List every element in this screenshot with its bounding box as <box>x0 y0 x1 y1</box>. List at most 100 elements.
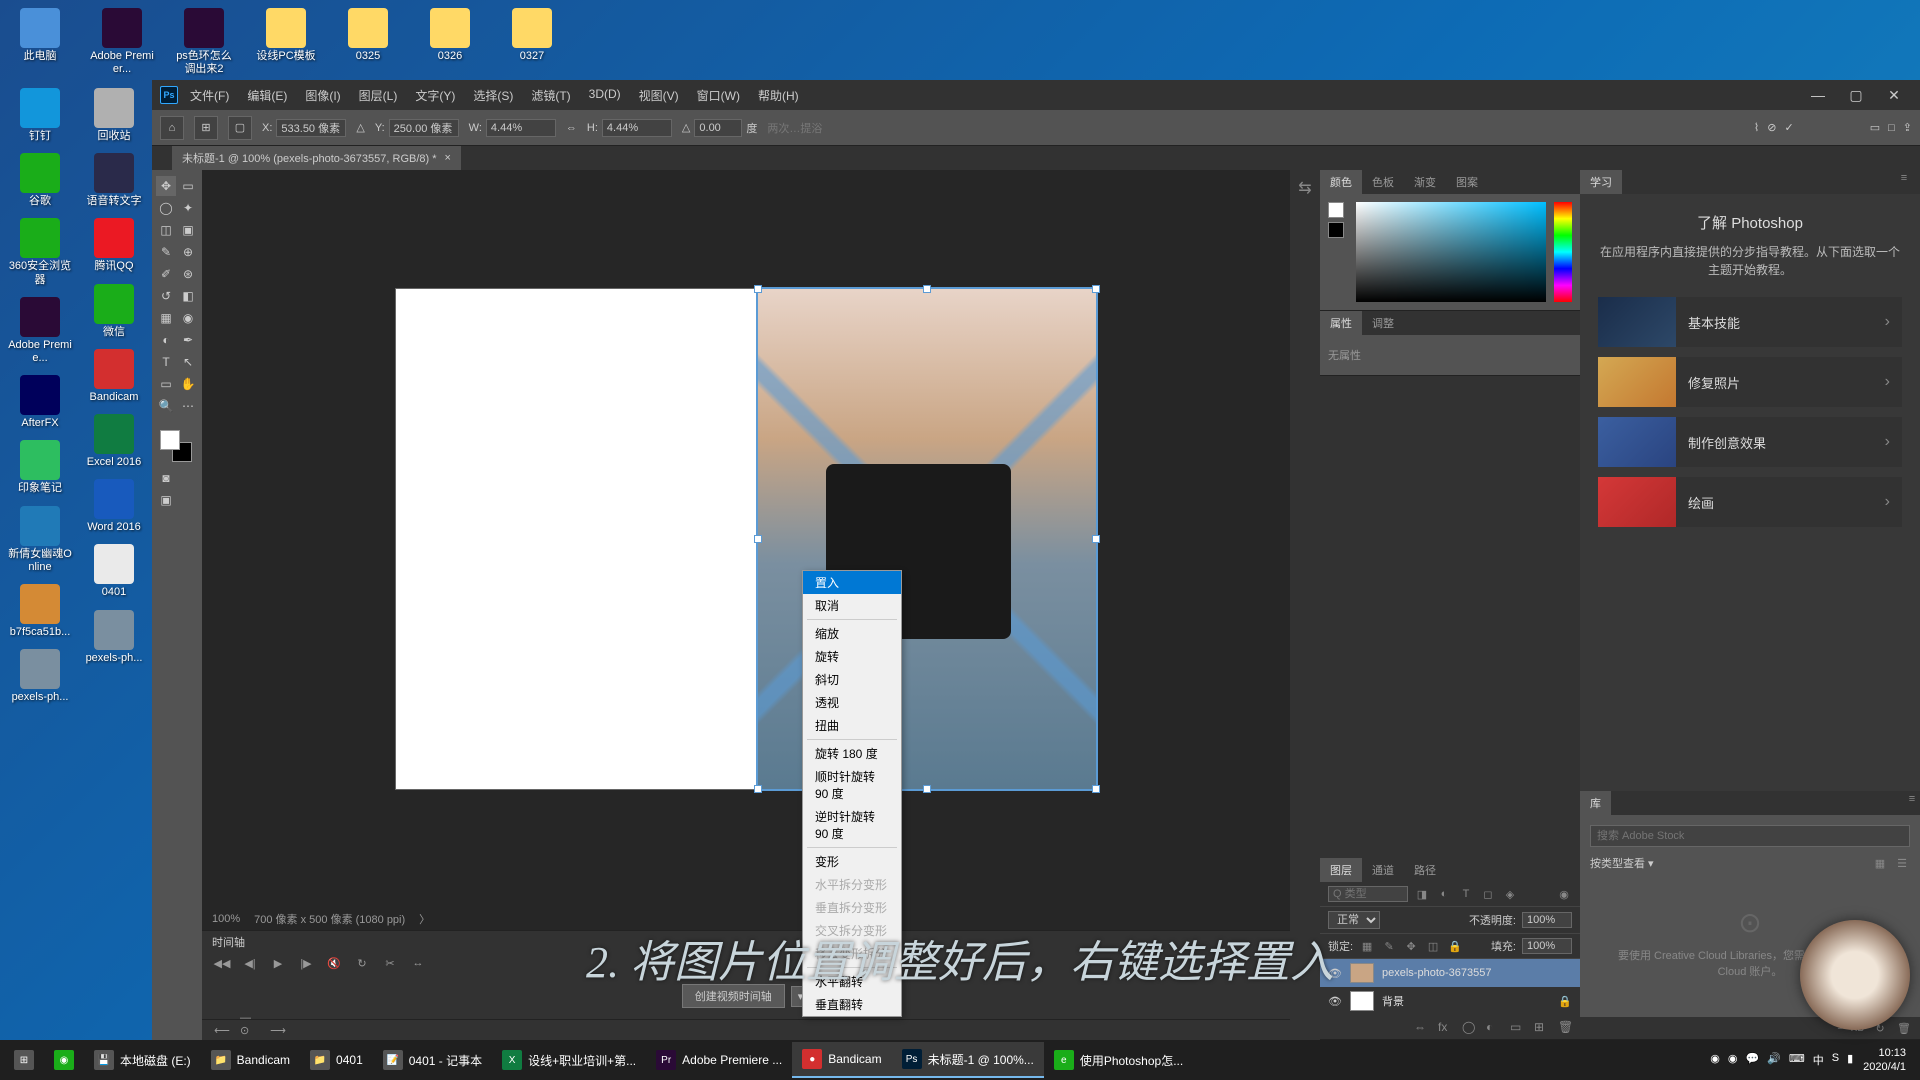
taskbar-item[interactable]: 📝0401 - 记事本 <box>373 1042 492 1078</box>
maximize-button[interactable]: ▢ <box>1838 83 1874 107</box>
filter-shape-icon[interactable]: ◻ <box>1480 886 1496 902</box>
split-icon[interactable]: ✂ <box>380 953 400 973</box>
filter-smart-icon[interactable]: ◈ <box>1502 886 1518 902</box>
fg-swatch[interactable] <box>1328 202 1344 218</box>
home-icon[interactable]: ⌂ <box>160 116 184 140</box>
filter-adjust-icon[interactable]: ◐ <box>1436 886 1452 902</box>
hand-tool[interactable]: ✋ <box>178 374 198 394</box>
cancel-transform-icon[interactable]: ⊘ <box>1767 121 1776 134</box>
color-picker[interactable] <box>1328 202 1572 302</box>
menu-item[interactable]: 文件(F) <box>182 83 237 108</box>
learn-item[interactable]: 修复照片› <box>1598 357 1902 407</box>
frame-tool[interactable]: ▣ <box>178 220 198 240</box>
lock-pixel-icon[interactable]: ✎ <box>1381 938 1397 954</box>
lock-artboard-icon[interactable]: ◫ <box>1425 938 1441 954</box>
desktop-icon[interactable]: AfterFX <box>8 375 72 430</box>
context-menu-item[interactable]: 顺时针旋转 90 度 <box>803 765 901 805</box>
tray-icon[interactable]: ◉ <box>1728 1052 1738 1068</box>
context-menu-item[interactable]: 旋转 <box>803 645 901 668</box>
gradients-tab[interactable]: 渐变 <box>1404 170 1446 194</box>
context-menu-item[interactable]: 取消 <box>803 594 901 617</box>
lock-all-icon[interactable]: 🔒 <box>1447 938 1463 954</box>
screenmode-tool[interactable]: ▣ <box>156 490 176 510</box>
close-tab-icon[interactable]: × <box>445 152 451 164</box>
lib-delete-icon[interactable]: 🗑 <box>1896 1020 1912 1036</box>
angle-input[interactable] <box>694 119 742 137</box>
lock-trans-icon[interactable]: ▦ <box>1359 938 1375 954</box>
desktop-icon[interactable]: 钉钉 <box>8 88 72 143</box>
libraries-tab[interactable]: 库 <box>1580 791 1611 815</box>
desktop-icon[interactable]: 360安全浏览器 <box>8 218 72 286</box>
link-layers-icon[interactable]: ⇔ <box>1414 1020 1428 1034</box>
reference-point-icon[interactable]: ▢ <box>228 116 252 140</box>
lib-list-view-icon[interactable]: ☰ <box>1894 855 1910 871</box>
group-icon[interactable]: ▭ <box>1510 1020 1524 1034</box>
desktop-icon[interactable]: Adobe Premie... <box>8 297 72 365</box>
next-frame-icon[interactable]: |▶ <box>296 953 316 973</box>
desktop-icon[interactable]: Bandicam <box>82 349 146 404</box>
desktop-icon[interactable]: pexels-ph... <box>82 610 146 665</box>
minimize-button[interactable]: — <box>1800 83 1836 107</box>
color-tab[interactable]: 颜色 <box>1320 170 1362 194</box>
layer-row[interactable]: 👁背景🔒 <box>1320 987 1580 1015</box>
timeline-zoom-in-icon[interactable]: ⟶ <box>268 1020 288 1040</box>
eyedropper-tool[interactable]: ✎ <box>156 242 176 262</box>
desktop-icon[interactable]: 设线PC模板 <box>254 8 318 76</box>
menu-item[interactable]: 图层(L) <box>351 83 406 108</box>
lib-group-select[interactable]: 按类型查看 ▾ <box>1590 855 1654 871</box>
lib-grid-view-icon[interactable]: ▦ <box>1872 855 1888 871</box>
context-menu-item[interactable]: 垂直翻转 <box>803 993 901 1016</box>
delete-layer-icon[interactable]: 🗑 <box>1558 1020 1572 1034</box>
properties-tab[interactable]: 属性 <box>1320 311 1362 335</box>
pen-tool[interactable]: ✒ <box>178 330 198 350</box>
opacity-input[interactable] <box>1522 912 1572 928</box>
learn-item[interactable]: 制作创意效果› <box>1598 417 1902 467</box>
zoom-tool[interactable]: 🔍 <box>156 396 176 416</box>
desktop-icon[interactable]: 0327 <box>500 8 564 76</box>
healing-tool[interactable]: ⊕ <box>178 242 198 262</box>
eraser-tool[interactable]: ◧ <box>178 286 198 306</box>
gradient-tool[interactable]: ▦ <box>156 308 176 328</box>
frame-icon[interactable]: □ <box>1888 122 1895 134</box>
context-menu-item[interactable]: 斜切 <box>803 668 901 691</box>
visibility-icon[interactable]: 👁 <box>1328 967 1342 980</box>
desktop-icon[interactable]: pexels-ph... <box>8 649 72 704</box>
link-icon[interactable]: ⇔ <box>566 122 577 134</box>
tray-icon[interactable]: ▮ <box>1847 1052 1853 1068</box>
adjustment-layer-icon[interactable]: ◐ <box>1486 1020 1500 1034</box>
x-input[interactable] <box>276 119 346 137</box>
document-tab[interactable]: 未标题-1 @ 100% (pexels-photo-3673557, RGB/… <box>172 146 461 170</box>
tray-icon[interactable]: ⌨ <box>1789 1052 1805 1068</box>
desktop-icon[interactable]: 语音转文字 <box>82 153 146 208</box>
tray-icon[interactable]: 💬 <box>1745 1052 1759 1068</box>
warp-mode-icon[interactable]: ⌇ <box>1754 121 1759 134</box>
taskbar-item[interactable]: Ps未标题-1 @ 100%... <box>892 1042 1044 1078</box>
timeline-zoom-out-icon[interactable]: ⟵ <box>212 1020 232 1040</box>
taskbar-item[interactable]: X设线+职业培训+第... <box>492 1042 646 1078</box>
paths-tab[interactable]: 路径 <box>1404 858 1446 882</box>
desktop-icon[interactable]: 0401 <box>82 544 146 599</box>
canvas-viewport[interactable]: 置入取消缩放旋转斜切透视扭曲旋转 180 度顺时针旋转 90 度逆时针旋转 90… <box>202 170 1290 908</box>
h-input[interactable] <box>602 119 672 137</box>
tray-icon[interactable]: 中 <box>1813 1052 1824 1068</box>
delta-icon[interactable]: △ <box>356 121 364 134</box>
taskbar-item[interactable]: PrAdobe Premiere ... <box>646 1042 792 1078</box>
context-menu-item[interactable]: 透视 <box>803 691 901 714</box>
context-menu-item[interactable]: 变形 <box>803 850 901 873</box>
more-tools[interactable]: ⋯ <box>178 396 198 416</box>
learn-item[interactable]: 绘画› <box>1598 477 1902 527</box>
library-search-input[interactable] <box>1590 825 1910 847</box>
avatar-widget[interactable] <box>1800 920 1910 1030</box>
blend-mode-select[interactable]: 正常 <box>1328 911 1380 929</box>
dodge-tool[interactable]: ◐ <box>156 330 176 350</box>
desktop-icon[interactable]: 0325 <box>336 8 400 76</box>
clock[interactable]: 10:13 2020/4/1 <box>1863 1046 1906 1075</box>
brush-tool[interactable]: ✐ <box>156 264 176 284</box>
layer-filter-input[interactable] <box>1328 886 1408 902</box>
status-arrow-icon[interactable]: 〉 <box>419 911 430 927</box>
taskbar-item[interactable]: 💾本地磁盘 (E:) <box>84 1042 201 1078</box>
commit-transform-icon[interactable]: ✓ <box>1785 121 1794 134</box>
new-layer-icon[interactable]: ⊞ <box>1534 1020 1548 1034</box>
color-swatch[interactable] <box>156 426 198 466</box>
loop-icon[interactable]: ↻ <box>352 953 372 973</box>
